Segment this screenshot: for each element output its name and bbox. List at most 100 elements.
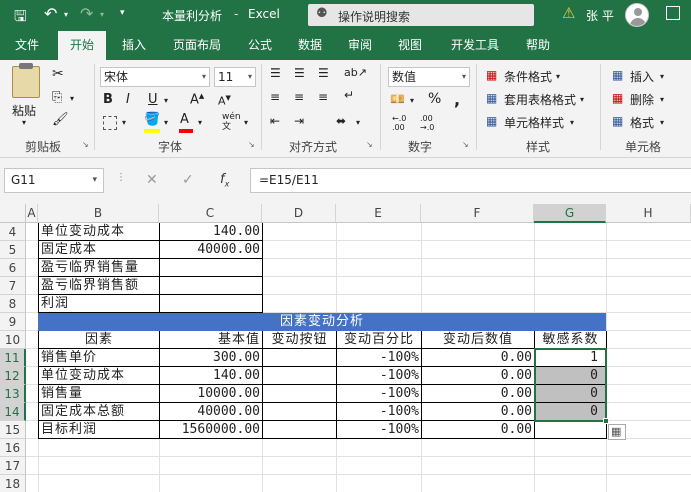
tab-insert[interactable]: 插入	[112, 31, 156, 60]
cell-b15[interactable]: 目标利润	[39, 421, 159, 439]
increase-font-icon[interactable]: A▲	[190, 92, 204, 107]
row-header-5[interactable]: 5	[0, 241, 26, 259]
align-right-icon[interactable]: ≡	[318, 90, 328, 104]
select-all-corner[interactable]	[0, 204, 26, 223]
cancel-icon[interactable]: ✕	[146, 172, 158, 188]
cell-c5[interactable]: 40000.00	[160, 241, 262, 259]
redo-icon[interactable]: ↷	[80, 4, 93, 23]
name-box-dropdown-icon[interactable]: ▾	[92, 169, 97, 192]
cell-c4[interactable]: 140.00	[160, 223, 262, 241]
tab-developer[interactable]: 开发工具	[440, 31, 510, 60]
column-header-h[interactable]: H	[606, 204, 691, 223]
cell-b5[interactable]: 固定成本	[39, 241, 159, 259]
fill-color-icon[interactable]: 🪣	[144, 112, 160, 127]
cell-b13[interactable]: 销售量	[39, 385, 159, 403]
customize-toolbar-icon[interactable]: ▾	[120, 8, 125, 18]
phonetic-dropdown-icon[interactable]: ▾	[244, 118, 248, 127]
formula-bar-dots-icon[interactable]: ⋮	[116, 172, 126, 183]
merge-center-icon[interactable]: ⬌	[336, 114, 346, 128]
cell-c13[interactable]: 10000.00	[160, 385, 262, 403]
decrease-indent-icon[interactable]: ⇤	[270, 114, 280, 128]
percent-icon[interactable]: %	[428, 91, 441, 107]
tab-formulas[interactable]: 公式	[238, 31, 282, 60]
column-header-d[interactable]: D	[262, 204, 336, 223]
tab-home[interactable]: 开始	[58, 31, 106, 60]
quick-analysis-button[interactable]: ▦	[608, 424, 626, 440]
cell-c14[interactable]: 40000.00	[160, 403, 262, 421]
fill-color-dropdown-icon[interactable]: ▾	[164, 118, 168, 127]
cell-styles-button[interactable]: 单元格样式	[504, 114, 564, 131]
insert-cells-icon[interactable]: ▦	[612, 68, 623, 82]
row-header-8[interactable]: 8	[0, 295, 26, 313]
align-center-icon[interactable]: ≡	[294, 90, 304, 104]
font-size-combo[interactable]: 11 ▾	[214, 67, 256, 87]
font-name-combo[interactable]: 宋体 ▾	[100, 67, 210, 87]
insert-function-icon[interactable]: fx	[220, 172, 229, 189]
decrease-font-icon[interactable]: A▼	[218, 94, 231, 108]
font-size-dropdown-icon[interactable]: ▾	[248, 68, 252, 86]
align-bottom-icon[interactable]: ☰	[318, 66, 329, 80]
cell-e10[interactable]: 变动百分比	[337, 331, 421, 349]
increase-indent-icon[interactable]: ⇥	[294, 114, 304, 128]
user-name[interactable]: 张 平	[586, 7, 614, 24]
conditional-format-dropdown-icon[interactable]: ▾	[556, 72, 560, 81]
cell-c15[interactable]: 1560000.00	[160, 421, 262, 439]
accounting-format-icon[interactable]: 💴	[390, 92, 405, 106]
paste-dropdown-icon[interactable]: ▾	[22, 118, 26, 127]
row-header-17[interactable]: 17	[0, 457, 26, 475]
cell-f11[interactable]: 0.00	[422, 349, 534, 367]
font-color-dropdown-icon[interactable]: ▾	[198, 118, 202, 127]
format-cells-button[interactable]: 格式	[630, 114, 654, 131]
increase-decimal-icon[interactable]: ←.0.00	[392, 114, 406, 132]
format-cells-icon[interactable]: ▦	[612, 114, 623, 128]
row-header-18[interactable]: 18	[0, 475, 26, 492]
undo-dropdown-icon[interactable]: ▾	[64, 10, 68, 19]
cell-b8[interactable]: 利润	[39, 295, 159, 313]
paste-button-label[interactable]: 粘贴	[12, 102, 36, 119]
format-as-table-button[interactable]: 套用表格格式	[504, 91, 576, 108]
column-header-e[interactable]: E	[336, 204, 421, 223]
row-header-11[interactable]: 11	[0, 349, 26, 367]
cell-f12[interactable]: 0.00	[422, 367, 534, 385]
font-name-dropdown-icon[interactable]: ▾	[202, 68, 206, 86]
cell-f13[interactable]: 0.00	[422, 385, 534, 403]
number-format-dropdown-icon[interactable]: ▾	[462, 68, 466, 86]
delete-cells-button[interactable]: 删除	[630, 91, 654, 108]
cell-e14[interactable]: -100%	[337, 403, 421, 421]
merge-dropdown-icon[interactable]: ▾	[356, 118, 360, 127]
borders-icon[interactable]	[103, 116, 117, 130]
cell-b4[interactable]: 单位变动成本	[39, 223, 159, 241]
cell-c11[interactable]: 300.00	[160, 349, 262, 367]
row-header-12[interactable]: 12	[0, 367, 26, 385]
save-icon[interactable]: 🖫	[14, 6, 27, 31]
copy-dropdown-icon[interactable]: ▾	[70, 94, 74, 103]
cell-e12[interactable]: -100%	[337, 367, 421, 385]
column-header-a[interactable]: A	[26, 204, 38, 223]
orientation-icon[interactable]: ab↗	[344, 66, 367, 79]
cell-b14[interactable]: 固定成本总额	[39, 403, 159, 421]
cell-b10[interactable]: 因素	[39, 331, 159, 349]
formula-input[interactable]: =E15/E11	[250, 168, 691, 193]
decrease-decimal-icon[interactable]: .00 →.0	[420, 114, 434, 132]
alignment-launcher-icon[interactable]: ↘	[366, 140, 373, 149]
tab-help[interactable]: 帮助	[516, 31, 560, 60]
copy-icon[interactable]: ⎘	[52, 90, 62, 105]
row-header-7[interactable]: 7	[0, 277, 26, 295]
align-left-icon[interactable]: ≡	[270, 90, 280, 104]
phonetic-icon[interactable]: wén 文	[222, 112, 241, 132]
cut-icon[interactable]: ✂	[52, 66, 64, 82]
cell-g10[interactable]: 敏感系数	[535, 331, 606, 349]
clipboard-launcher-icon[interactable]: ↘	[82, 140, 89, 149]
row-header-16[interactable]: 16	[0, 439, 26, 457]
cell-d10[interactable]: 变动按钮	[263, 331, 336, 349]
tab-data[interactable]: 数据	[288, 31, 332, 60]
cell-e11[interactable]: -100%	[337, 349, 421, 367]
accounting-dropdown-icon[interactable]: ▾	[410, 96, 414, 105]
cell-b6[interactable]: 盈亏临界销售量	[39, 259, 159, 277]
avatar[interactable]	[625, 3, 649, 27]
format-painter-icon[interactable]: 🖌	[52, 112, 69, 127]
bold-icon[interactable]: B	[103, 92, 113, 107]
underline-dropdown-icon[interactable]: ▾	[164, 96, 168, 105]
tab-view[interactable]: 视图	[388, 31, 432, 60]
ribbon-display-icon[interactable]	[666, 6, 680, 20]
